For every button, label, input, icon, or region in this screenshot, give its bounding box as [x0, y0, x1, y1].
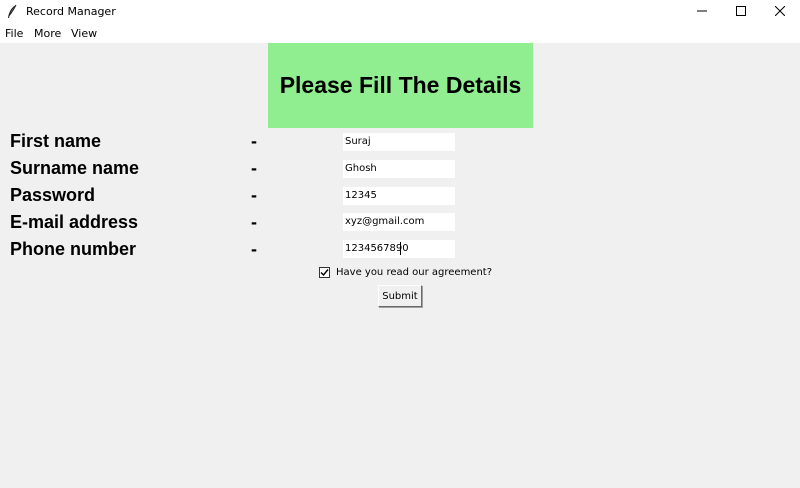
separator: - [251, 239, 257, 259]
form-heading: Please Fill The Details [268, 43, 533, 128]
menu-bar: File More View [0, 24, 800, 43]
close-icon [774, 3, 786, 21]
menu-more[interactable]: More [34, 27, 61, 40]
menu-view[interactable]: View [71, 27, 97, 40]
menu-file[interactable]: File [5, 27, 23, 40]
separator: - [251, 158, 257, 178]
minimize-icon [697, 3, 707, 21]
separator: - [251, 185, 257, 205]
maximize-icon [736, 3, 746, 21]
feather-icon [6, 4, 18, 20]
surname-label: Surname name [10, 158, 140, 178]
phone-label: Phone number [10, 239, 137, 259]
first-name-label: First name [10, 131, 102, 151]
close-button[interactable] [760, 0, 800, 24]
checkmark-icon [320, 264, 329, 282]
phone-input[interactable] [343, 240, 455, 258]
submit-button[interactable]: Submit [378, 285, 422, 307]
window-title: Record Manager [26, 5, 116, 18]
first-name-input[interactable] [343, 133, 455, 151]
email-input[interactable] [343, 213, 455, 231]
separator: - [251, 131, 257, 151]
agreement-label[interactable]: Have you read our agreement? [336, 267, 492, 278]
password-label: Password [10, 185, 96, 205]
maximize-button[interactable] [721, 0, 761, 24]
email-label: E-mail address [10, 212, 139, 232]
password-input[interactable] [343, 187, 455, 205]
text-cursor [400, 242, 401, 255]
separator: - [251, 212, 257, 232]
title-bar: Record Manager [0, 0, 800, 24]
minimize-button[interactable] [682, 0, 722, 24]
agreement-checkbox[interactable] [319, 267, 330, 278]
surname-input[interactable] [343, 160, 455, 178]
